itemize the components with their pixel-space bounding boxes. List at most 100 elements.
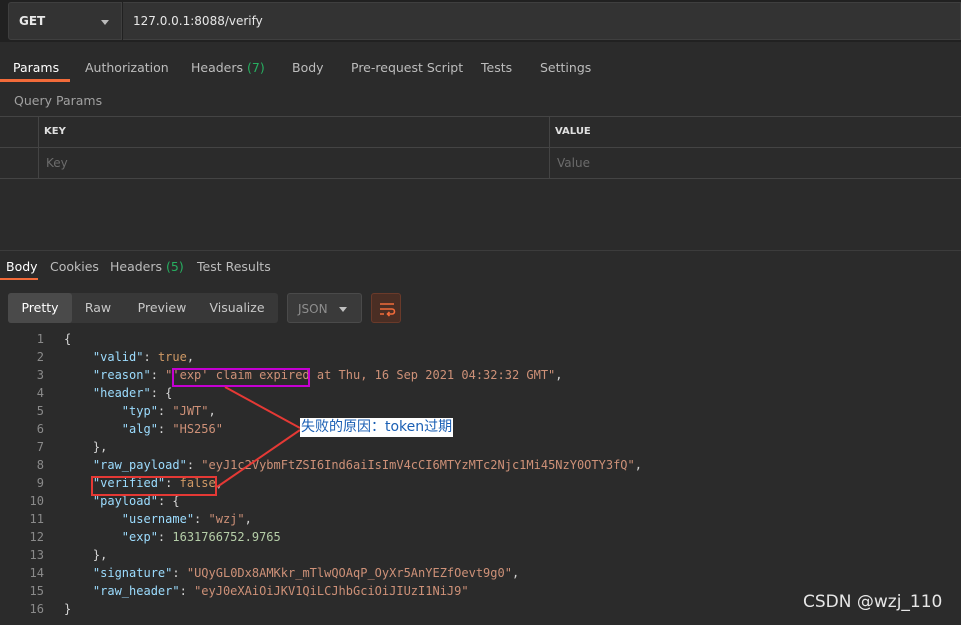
visualize-button[interactable]: Visualize <box>204 293 270 323</box>
line-number: 1 <box>36 332 44 346</box>
json-key: "username" <box>121 512 195 526</box>
json-key: "alg" <box>121 422 158 436</box>
code-text: }, <box>64 548 108 562</box>
value-header: VALUE <box>555 126 591 137</box>
line-number: 2 <box>36 350 44 364</box>
code-line: 5 "typ": "JWT", <box>0 404 961 422</box>
request-tabs: Params Authorization Headers (7) Body Pre… <box>0 52 961 84</box>
code-text: }, <box>64 440 108 454</box>
tab-tests-label: Tests <box>481 60 513 75</box>
method-label: GET <box>19 14 46 28</box>
method-select[interactable]: GET <box>8 2 122 40</box>
code-line: 2 "valid": true, <box>0 350 961 368</box>
code-text: "username": "wzj", <box>121 512 252 526</box>
json-key: "valid" <box>92 350 144 364</box>
url-input[interactable]: 127.0.0.1:8088/verify <box>123 2 961 40</box>
chevron-down-icon <box>339 307 347 312</box>
json-key: "raw_payload" <box>92 458 187 472</box>
response-tab-test-results[interactable]: Test Results <box>197 259 271 274</box>
response-tab-body-label: Body <box>6 259 38 274</box>
code-line: 3 "reason": "'exp' claim expired at Thu,… <box>0 368 961 386</box>
pretty-button[interactable]: Pretty <box>8 293 72 323</box>
line-number: 14 <box>29 566 44 580</box>
tab-headers[interactable]: Headers (7) <box>191 60 265 75</box>
wrap-lines-button[interactable] <box>371 293 401 323</box>
code-text: "valid": true, <box>92 350 195 364</box>
response-headers-count-badge: (5) <box>166 259 184 274</box>
code-line: 12 "exp": 1631766752.9765 <box>0 530 961 548</box>
json-key: "signature" <box>92 566 173 580</box>
format-select[interactable]: JSON <box>287 293 362 323</box>
preview-button[interactable]: Preview <box>130 293 194 323</box>
tab-settings-label: Settings <box>540 60 592 75</box>
active-response-tab-indicator <box>0 278 38 280</box>
value-header-cell: VALUE <box>549 117 961 148</box>
verified-highlight-box <box>91 476 217 496</box>
tab-settings[interactable]: Settings <box>540 60 591 75</box>
value-placeholder: Value <box>557 156 590 170</box>
tab-authorization[interactable]: Authorization <box>85 60 169 75</box>
line-number: 5 <box>36 404 44 418</box>
key-header: KEY <box>44 126 66 137</box>
wrap-lines-icon <box>380 303 396 317</box>
json-key: "payload" <box>92 494 158 508</box>
line-number: 15 <box>29 584 44 598</box>
response-tab-headers[interactable]: Headers (5) <box>110 259 184 274</box>
url-bar: GET 127.0.0.1:8088/verify <box>0 0 961 42</box>
tab-tests[interactable]: Tests <box>481 60 512 75</box>
code-text: "raw_header": "eyJ0eXAiOiJKV1QiLCJhbGciO… <box>92 584 469 598</box>
line-number: 6 <box>36 422 44 436</box>
tab-authorization-label: Authorization <box>85 60 169 75</box>
code-text: "header": { <box>92 386 173 400</box>
tab-pre-request-script-label: Pre-request Script <box>351 60 464 75</box>
raw-button[interactable]: Raw <box>74 293 122 323</box>
annotation-label: 失败的原因：token过期 <box>300 418 454 437</box>
code-text: "raw_payload": "eyJ1c2VybmFtZSI6Ind6aiIs… <box>92 458 642 472</box>
line-number: 3 <box>36 368 44 382</box>
code-text: "signature": "UQyGL0Dx8AMKkr_mTlwQOAqP_O… <box>92 566 520 580</box>
json-key: "typ" <box>121 404 158 418</box>
line-number: 7 <box>36 440 44 454</box>
code-line: 4 "header": { <box>0 386 961 404</box>
tab-headers-label: Headers <box>191 60 244 75</box>
response-tab-cookies[interactable]: Cookies <box>50 259 99 274</box>
code-text: "alg": "HS256" <box>121 422 223 436</box>
line-number: 12 <box>29 530 44 544</box>
value-input[interactable]: Value <box>549 148 961 179</box>
query-params-table: KEY VALUE Key Value <box>0 116 961 179</box>
response-tab-body[interactable]: Body <box>6 259 38 274</box>
query-params-title: Query Params <box>14 93 103 108</box>
pane-divider[interactable] <box>0 250 961 251</box>
json-value: "JWT" <box>172 404 209 418</box>
key-input[interactable]: Key <box>38 148 550 179</box>
json-value: "HS256" <box>172 422 223 436</box>
reason-highlight-box <box>172 368 310 387</box>
line-number: 9 <box>36 476 44 490</box>
url-text: 127.0.0.1:8088/verify <box>133 14 263 28</box>
key-header-cell: KEY <box>38 117 550 148</box>
json-key: "exp" <box>121 530 158 544</box>
tab-pre-request-script[interactable]: Pre-request Script <box>351 60 463 75</box>
line-number: 11 <box>29 512 44 526</box>
json-key: "raw_header" <box>92 584 180 598</box>
line-number: 16 <box>29 602 44 616</box>
code-text: "reason": "'exp' claim expired at Thu, 1… <box>92 368 563 382</box>
code-line: 11 "username": "wzj", <box>0 512 961 530</box>
line-number: 10 <box>29 494 44 508</box>
tab-body-label: Body <box>292 60 324 75</box>
code-text: "exp": 1631766752.9765 <box>121 530 281 544</box>
response-tab-cookies-label: Cookies <box>50 259 99 274</box>
watermark: CSDN @wzj_110 <box>803 592 943 612</box>
format-toolbar: Pretty Raw Preview Visualize <box>8 293 278 323</box>
chevron-down-icon <box>101 20 109 25</box>
key-placeholder: Key <box>46 156 68 170</box>
json-value: 1631766752.9765 <box>172 530 281 544</box>
json-value: "eyJ0eXAiOiJKV1QiLCJhbGciOiJIUzI1NiJ9" <box>194 584 469 598</box>
json-value: "wzj" <box>208 512 245 526</box>
tab-body[interactable]: Body <box>292 60 324 75</box>
code-text: } <box>64 602 72 616</box>
code-line: 7 }, <box>0 440 961 458</box>
tab-params[interactable]: Params <box>13 60 59 75</box>
line-number: 8 <box>36 458 44 472</box>
line-number: 13 <box>29 548 44 562</box>
